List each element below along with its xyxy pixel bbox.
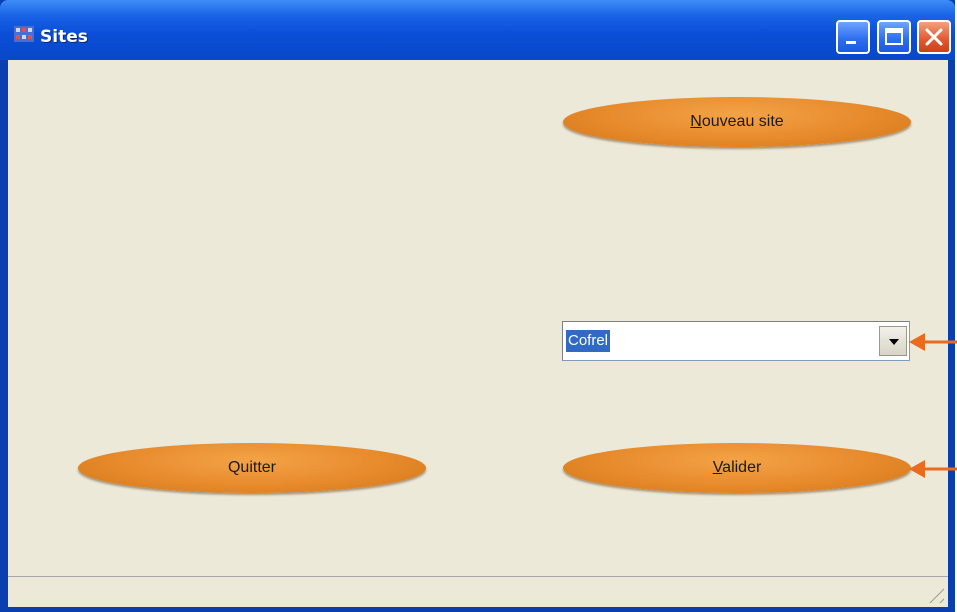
maximize-icon <box>885 28 903 45</box>
dropdown-button[interactable] <box>879 326 907 356</box>
app-icon <box>14 26 34 42</box>
application-window: Sites Nouveau site Cofrel Quitter Valide… <box>0 0 955 612</box>
resize-grip-icon[interactable] <box>924 583 944 603</box>
new-site-button[interactable]: Nouveau site <box>563 97 911 147</box>
minimize-button[interactable] <box>836 20 870 54</box>
close-icon <box>925 28 943 46</box>
window-client-area: Nouveau site Cofrel Quitter Valider <box>8 60 948 607</box>
quit-button[interactable]: Quitter <box>78 443 426 493</box>
annotation-arrow-validate-icon <box>909 460 957 478</box>
minimize-icon <box>846 41 856 44</box>
title-bar[interactable]: Sites <box>0 0 955 60</box>
maximize-button[interactable] <box>877 20 911 54</box>
window-title: Sites <box>40 27 88 47</box>
validate-label: Valider <box>712 459 762 476</box>
site-combobox[interactable]: Cofrel <box>562 321 910 361</box>
annotation-arrow-combo-icon <box>909 333 957 351</box>
close-button[interactable] <box>917 20 951 54</box>
combo-selected-value: Cofrel <box>566 330 611 352</box>
status-bar <box>8 576 948 607</box>
new-site-label: Nouveau site <box>690 113 784 130</box>
quit-label: Quitter <box>227 459 276 476</box>
validate-button[interactable]: Valider <box>563 443 911 493</box>
